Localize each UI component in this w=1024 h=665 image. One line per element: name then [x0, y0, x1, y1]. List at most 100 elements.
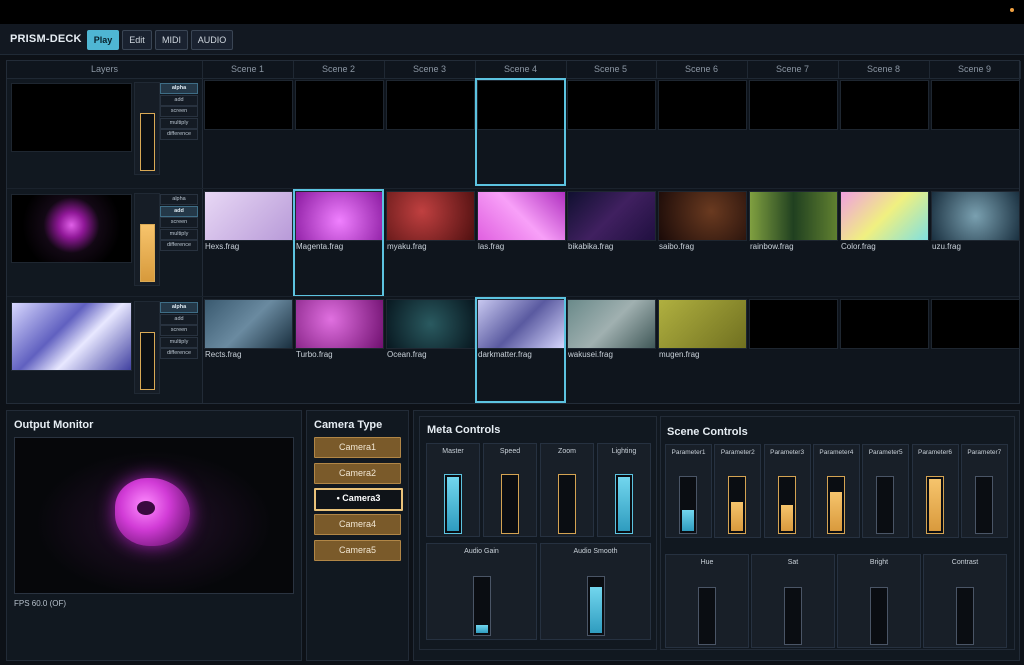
meta-speed-control[interactable]: Speed [483, 443, 537, 537]
clip-thumb-r2-s7[interactable] [749, 191, 838, 241]
clip-thumb-r2-s1[interactable] [204, 191, 293, 241]
blend-alpha-button[interactable]: alpha [160, 302, 198, 313]
scene-bright-control[interactable]: Bright [837, 554, 921, 648]
scene-parameter5-control[interactable]: Parameter5 [862, 444, 910, 538]
camera3-button[interactable]: • Camera3 [314, 488, 403, 511]
blend-screen-button[interactable]: screen [160, 217, 198, 228]
scene-hue-control[interactable]: Hue [665, 554, 749, 648]
control-label: Bright [869, 559, 889, 566]
layer-opacity-fader-2[interactable] [134, 193, 160, 286]
blend-screen-button[interactable]: screen [160, 325, 198, 336]
meta-zoom-control[interactable]: Zoom [540, 443, 594, 537]
clip-thumb-r2-s5[interactable] [567, 191, 656, 241]
slider-track[interactable] [698, 587, 716, 645]
slider-track[interactable] [876, 476, 895, 534]
scene-parameter3-control[interactable]: Parameter3 [763, 444, 811, 538]
camera5-button[interactable]: Camera5 [314, 540, 401, 561]
scene-contrast-control[interactable]: Contrast [923, 554, 1007, 648]
control-label: Master [442, 448, 464, 455]
scene-parameter1-control[interactable]: Parameter1 [665, 444, 712, 538]
scene-header-3[interactable]: Scene 3 [384, 61, 476, 79]
slider-track[interactable] [501, 474, 519, 534]
slider-track[interactable] [444, 474, 462, 534]
clip-thumb-r1-s9[interactable] [931, 80, 1020, 130]
blend-multiply-button[interactable]: multiply [160, 228, 198, 240]
scene-parameter7-control[interactable]: Parameter7 [960, 444, 1008, 538]
mode-audio-button[interactable]: AUDIO [191, 30, 233, 50]
output-monitor-panel: Output Monitor FPS 60.0 (OF) [6, 410, 302, 661]
blend-multiply-button[interactable]: multiply [160, 336, 198, 348]
camera2-button[interactable]: Camera2 [314, 463, 401, 484]
camera1-button[interactable]: Camera1 [314, 437, 401, 458]
clip-thumb-r1-s7[interactable] [749, 80, 838, 130]
slider-track[interactable] [558, 474, 576, 534]
blend-add-button[interactable]: add [160, 205, 198, 217]
scene-sat-control[interactable]: Sat [751, 554, 835, 648]
scene-header-7[interactable]: Scene 7 [747, 61, 839, 79]
scene-header-2[interactable]: Scene 2 [293, 61, 385, 79]
camera4-button[interactable]: Camera4 [314, 514, 401, 535]
clip-thumb-r1-s3[interactable] [386, 80, 475, 130]
blend-difference-button[interactable]: difference [160, 240, 198, 251]
blend-screen-button[interactable]: screen [160, 106, 198, 117]
scene-parameter4-control[interactable]: Parameter4 [812, 444, 860, 538]
camera-type-title: Camera Type [314, 419, 383, 431]
meta-audio-gain-control[interactable]: Audio Gain [426, 543, 537, 640]
mode-play-button[interactable]: Play [87, 30, 119, 50]
clip-thumb-r2-s8[interactable] [840, 191, 929, 241]
clip-thumb-r3-s9[interactable] [931, 299, 1020, 349]
clip-thumb-r1-s2[interactable] [295, 80, 384, 130]
slider-track[interactable] [974, 476, 993, 534]
blend-alpha-button[interactable]: alpha [160, 83, 198, 94]
clip-thumb-r3-s6[interactable] [658, 299, 747, 349]
clip-thumb-r3-s3[interactable] [386, 299, 475, 349]
blend-multiply-button[interactable]: multiply [160, 117, 198, 129]
clip-thumb-r1-s8[interactable] [840, 80, 929, 130]
clip-thumb-r3-s5[interactable] [567, 299, 656, 349]
scene-header-5[interactable]: Scene 5 [565, 61, 657, 79]
clip-thumb-r3-s8[interactable] [840, 299, 929, 349]
scene-header-1[interactable]: Scene 1 [202, 61, 294, 79]
slider-track[interactable] [728, 476, 747, 534]
blend-alpha-button[interactable]: alpha [160, 194, 198, 205]
blend-add-button[interactable]: add [160, 313, 198, 325]
scene-parameter6-control[interactable]: Parameter6 [911, 444, 959, 538]
app-title: PRISM-DECK [10, 33, 82, 45]
scene-header-4[interactable]: Scene 4 [475, 61, 567, 79]
clip-thumb-r2-s3[interactable] [386, 191, 475, 241]
slider-track[interactable] [615, 474, 633, 534]
scene-header-8[interactable]: Scene 8 [838, 61, 930, 79]
layer-opacity-fader-3[interactable] [134, 301, 160, 394]
scene-header-9[interactable]: Scene 9 [929, 61, 1021, 79]
mode-midi-button[interactable]: MIDI [155, 30, 188, 50]
slider-track[interactable] [679, 476, 697, 534]
layer-opacity-fader-1[interactable] [134, 82, 160, 175]
blend-difference-button[interactable]: difference [160, 348, 198, 359]
mode-edit-button[interactable]: Edit [122, 30, 152, 50]
slider-track[interactable] [586, 576, 605, 636]
clip-thumb-r2-s9[interactable] [931, 191, 1020, 241]
slider-track[interactable] [956, 587, 974, 645]
meta-lighting-control[interactable]: Lighting [597, 443, 651, 537]
clip-thumb-r1-s1[interactable] [204, 80, 293, 130]
clip-thumb-r3-s1[interactable] [204, 299, 293, 349]
scene-header-6[interactable]: Scene 6 [656, 61, 748, 79]
scene-parameter2-control[interactable]: Parameter2 [714, 444, 762, 538]
slider-track[interactable] [472, 576, 491, 636]
slider-track[interactable] [784, 587, 802, 645]
scene-controls-title: Scene Controls [667, 426, 748, 438]
slider-track[interactable] [826, 476, 845, 534]
clip-thumb-r2-s6[interactable] [658, 191, 747, 241]
clip-thumb-r1-s5[interactable] [567, 80, 656, 130]
clip-thumb-r3-s2[interactable] [295, 299, 384, 349]
meta-master-control[interactable]: Master [426, 443, 480, 537]
blend-add-button[interactable]: add [160, 94, 198, 106]
clip-thumb-r1-s6[interactable] [658, 80, 747, 130]
clip-thumb-r3-s7[interactable] [749, 299, 838, 349]
meta-audio-smooth-control[interactable]: Audio Smooth [540, 543, 651, 640]
clip-thumb-r2-s4[interactable] [477, 191, 566, 241]
slider-track[interactable] [777, 476, 796, 534]
slider-track[interactable] [925, 476, 944, 534]
blend-difference-button[interactable]: difference [160, 129, 198, 140]
slider-track[interactable] [870, 587, 888, 645]
